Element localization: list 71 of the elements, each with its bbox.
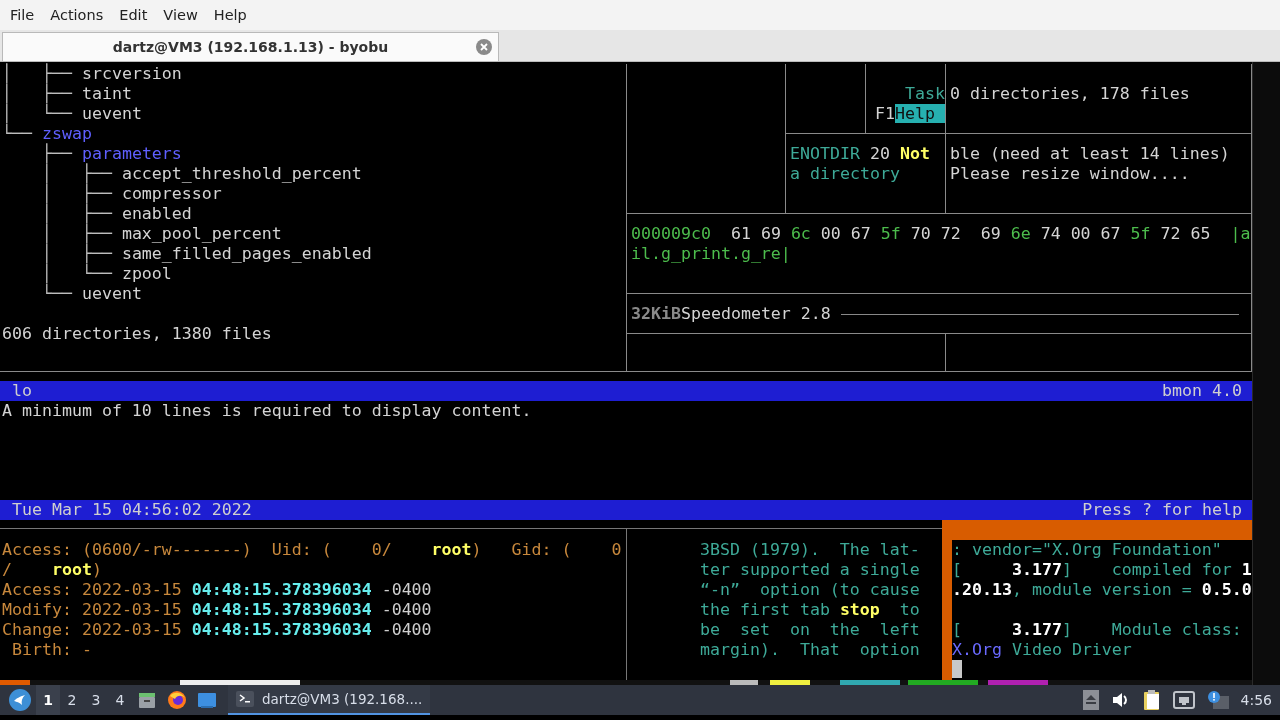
interface-name: lo — [12, 381, 32, 402]
tree-entry: │ └── zpool — [40, 264, 173, 283]
hexdump-line: il.g_print.g_re| — [631, 244, 792, 264]
stat-line: Modify: 2022-03-15 04:48:15.378396034 -0400 — [2, 600, 433, 621]
text-cursor — [952, 660, 962, 679]
log-line: [ 3.177] Module class: — [952, 620, 1243, 641]
file-cabinet-icon[interactable] — [137, 690, 157, 710]
date-time: Tue Mar 15 04:56:02 2022 — [12, 500, 252, 521]
network-icon[interactable] — [1172, 690, 1195, 710]
tree-entry: └── zswap — [2, 124, 93, 144]
stat-line: Access: 2022-03-15 04:48:15.378396034 -0400 — [2, 580, 433, 601]
tree-entry: │ ├── compressor — [40, 184, 223, 203]
tree-summary: 0 directories, 178 files — [950, 84, 1191, 104]
function-key-label: F1 — [875, 104, 896, 123]
hexdump-line: 000009c0 61 69 6c 00 67 5f 70 72 69 6e 74 00 67 5f 72 65 |a — [631, 224, 1251, 244]
menu-item[interactable]: View — [155, 7, 206, 23]
tree-entry: │ └── uevent — [2, 104, 143, 123]
log-line: : vendor="X.Org Foundation" — [952, 540, 1223, 561]
tree-entry: │ ├── same_filled_pages_enabled — [40, 244, 373, 263]
help-hint: Press ? for help — [1082, 500, 1242, 521]
tree-entry: │ ├── taint — [2, 84, 133, 103]
tree-entry: │ ├── enabled — [40, 204, 193, 223]
scrollbar[interactable] — [1252, 62, 1280, 685]
tree-summary: 606 directories, 1380 files — [2, 324, 273, 344]
log-line: X.Org Video Driver — [952, 640, 1133, 661]
tree-entry: └── uevent — [40, 284, 143, 304]
workspace-button[interactable]: 2 — [60, 685, 84, 715]
man-page-line: ter supported a single — [700, 560, 921, 581]
workspace-button[interactable]: 1 — [36, 685, 60, 715]
task-label: Task — [905, 84, 945, 104]
stat-line: Change: 2022-03-15 04:48:15.378396034 -0400 — [2, 620, 433, 641]
tree-entry: │ ├── srcversion — [2, 64, 183, 83]
menu-item[interactable]: Actions — [42, 7, 112, 23]
taskbar-window-button[interactable]: dartz@VM3 (192.168.... — [228, 685, 431, 715]
man-page-line: “-n” option (to cause — [700, 580, 921, 601]
workspace-button[interactable]: 3 — [84, 685, 108, 715]
man-page-line: the first tab stop to — [700, 600, 921, 621]
notice-line: Please resize window.... — [950, 164, 1191, 184]
log-line: [ 3.177] compiled for 1 — [952, 560, 1252, 581]
stat-line: / root) — [2, 560, 103, 581]
eject-icon[interactable] — [1082, 690, 1099, 710]
man-page-line: margin). That option — [700, 640, 921, 661]
menu-item[interactable]: File — [2, 7, 43, 23]
clipboard-icon[interactable] — [1142, 689, 1161, 711]
terminal-icon — [236, 691, 254, 707]
tree-entry: │ ├── accept_threshold_percent — [40, 164, 363, 183]
browser-icon[interactable] — [167, 690, 187, 710]
bmon-title: bmon 4.0 — [1162, 381, 1242, 402]
notice-line: ble (need at least 14 lines) — [950, 144, 1231, 164]
bmon-message: A minimum of 10 lines is required to display content. — [1, 401, 533, 423]
error-message-line: ENOTDIR 20 Not — [790, 144, 931, 164]
man-page-line: be set on the left — [700, 620, 921, 641]
man-page-line: 3BSD (1979). The lat- — [700, 540, 921, 561]
speedometer-title: Speedometer 2.8 — [680, 304, 831, 324]
tree-entry: ├── parameters — [40, 144, 183, 163]
help-key[interactable]: Help — [895, 104, 945, 123]
error-message-line: a directory — [790, 164, 901, 184]
terminal-tab[interactable]: dartz@VM3 (192.168.1.13) - byobu — [2, 32, 499, 61]
clock[interactable]: 4:56 — [1240, 692, 1272, 708]
close-icon[interactable] — [476, 39, 492, 55]
menu-item[interactable]: Help — [205, 7, 255, 23]
menu-item[interactable]: Edit — [111, 7, 156, 23]
start-menu-icon[interactable] — [9, 689, 31, 711]
workspace-button[interactable]: 4 — [108, 685, 132, 715]
stat-line: Access: (0600/-rw-------) Uid: ( 0/ root) Gid: ( 0 — [2, 540, 623, 561]
stat-line: Birth: - — [11, 640, 93, 661]
tree-entry: │ ├── max_pool_percent — [40, 224, 283, 243]
window-icon[interactable] — [197, 690, 217, 710]
speed-size: 32KiB — [631, 304, 681, 324]
log-line: .20.13, module version = 0.5.0 — [952, 580, 1252, 601]
notification-icon[interactable] — [1206, 690, 1229, 710]
